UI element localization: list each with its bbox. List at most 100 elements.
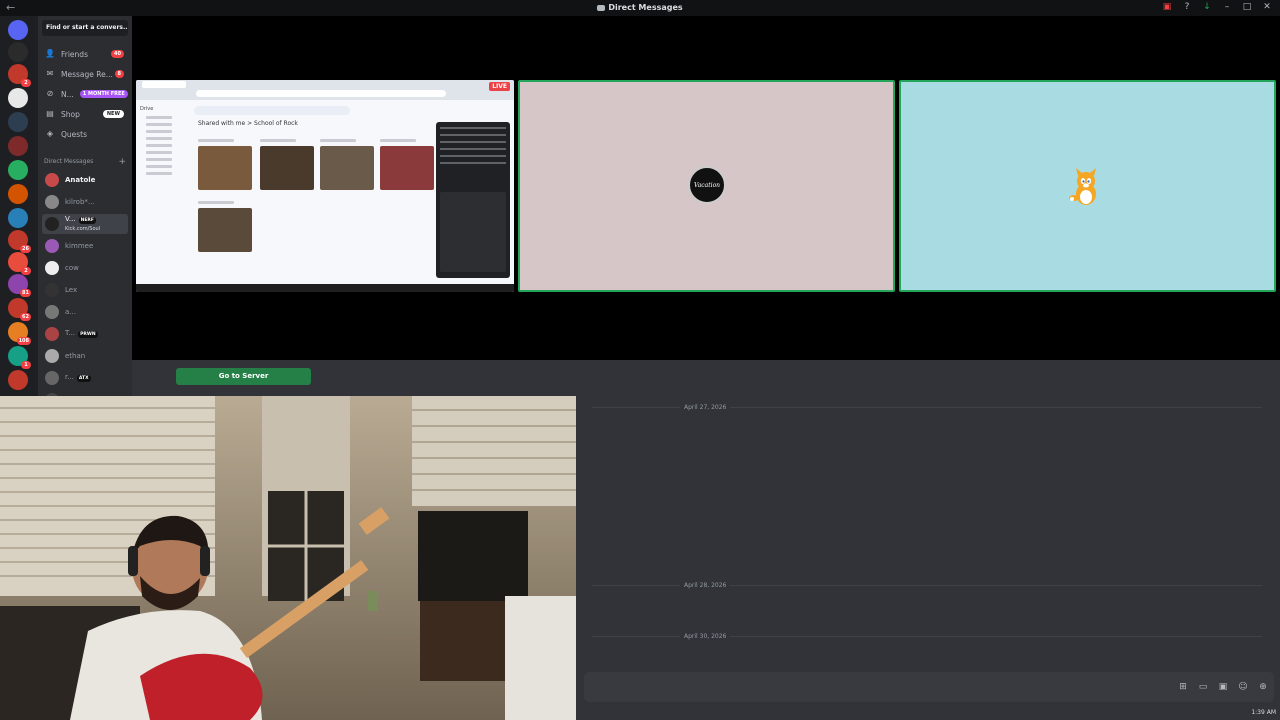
voice-tile-2[interactable] (899, 80, 1276, 292)
dm-name: cow (65, 264, 79, 272)
sticker-icon[interactable]: ▣ (1218, 682, 1228, 692)
date-label: April 30, 2026 (680, 633, 731, 640)
new-tag: NEW (102, 110, 124, 118)
server-icon[interactable]: 108 (8, 322, 31, 345)
dm-item[interactable]: kilrob*... (42, 192, 128, 212)
gift-icon[interactable]: ⊞ (1178, 682, 1188, 692)
avatar (45, 173, 59, 187)
server-icon[interactable]: 1 (8, 346, 31, 369)
avatar (45, 371, 59, 385)
nav-label: N... (61, 89, 74, 99)
add-dm-icon[interactable]: + (118, 157, 126, 167)
dm-item[interactable]: cow (42, 258, 128, 278)
server-icon[interactable] (8, 136, 28, 156)
server-rail: 2 26 2 81 62 108 1 (0, 16, 38, 396)
search-input[interactable]: Find or start a convers... (42, 20, 128, 36)
browser-chrome (136, 80, 514, 100)
mail-icon: ✉ (46, 69, 54, 78)
drive-thumbnail (320, 146, 374, 190)
dm-name: a... (65, 308, 76, 316)
server-icon[interactable] (8, 184, 28, 204)
server-mention-badge: 108 (16, 337, 31, 345)
webcam-scene (0, 396, 576, 720)
server-mention-badge: 62 (20, 313, 31, 321)
dm-name: Anatole (65, 176, 96, 184)
server-icon[interactable]: 2 (8, 64, 31, 87)
dm-sidebar: Find or start a convers... 👤 Friends 40 … (38, 16, 132, 396)
server-icon[interactable] (8, 160, 28, 180)
avatar (45, 217, 59, 231)
thumbnail-title (198, 201, 234, 204)
emoji-icon[interactable]: ☺ (1238, 682, 1248, 692)
thumbnail-title (198, 139, 234, 142)
title-bar: ← Direct Messages ▣ ? ↓ – □ ✕ (0, 0, 1280, 16)
server-icon[interactable]: 81 (8, 274, 31, 297)
dm-item[interactable]: T... PRWN (42, 324, 128, 344)
guild-tag: NERF (78, 217, 96, 224)
nav-label: Quests (61, 129, 88, 139)
nav-friends[interactable]: 👤 Friends 40 (42, 46, 128, 62)
avatar (45, 305, 59, 319)
webcam-overlay (0, 396, 576, 720)
nav-label: Shop (61, 109, 80, 119)
quests-icon: ◈ (46, 129, 54, 138)
voice-tile-1[interactable]: Vacation (518, 80, 895, 292)
maximize-icon[interactable]: □ (1242, 2, 1252, 12)
guild-tag: ATX (76, 375, 91, 382)
server-icon[interactable] (8, 42, 28, 62)
minimize-icon[interactable]: – (1222, 2, 1232, 12)
drive-thumbnail (380, 146, 434, 190)
drive-thumbnail (260, 146, 314, 190)
nav-quests[interactable]: ◈ Quests (42, 126, 128, 142)
date-label: April 27, 2026 (680, 404, 731, 411)
dm-name: ethan (65, 352, 86, 360)
requests-badge: 8 (114, 70, 124, 78)
server-icon[interactable] (8, 370, 28, 390)
server-icon[interactable]: 62 (8, 298, 31, 321)
download-icon[interactable]: ↓ (1202, 2, 1212, 12)
title-bar-icons: ▣ ? ↓ – □ ✕ (1162, 2, 1272, 12)
server-icon[interactable] (8, 88, 28, 108)
close-icon[interactable]: ✕ (1262, 2, 1272, 12)
nav-nitro[interactable]: ⊘ N... 1 MONTH FREE (42, 86, 128, 102)
nav-message-requests[interactable]: ✉ Message Re... 8 (42, 66, 128, 82)
shop-icon: ▤ (46, 109, 54, 118)
window-title: Direct Messages (0, 3, 1280, 12)
friends-badge: 40 (111, 50, 124, 58)
nav-shop[interactable]: ▤ Shop NEW (42, 106, 128, 122)
notification-panel (436, 122, 510, 278)
server-mention-badge: 81 (20, 289, 31, 297)
section-title: Direct Messages (44, 158, 94, 165)
promo-pill: 1 MONTH FREE (79, 90, 128, 98)
fox-character-icon (1069, 168, 1096, 205)
avatar (45, 195, 59, 209)
server-mention-badge: 1 (21, 361, 31, 369)
friends-icon: 👤 (45, 49, 55, 58)
dm-item[interactable]: V... NERF Kick.com/Soul (42, 214, 128, 234)
screen-share-tile[interactable]: LIVE Drive Shared with me > School of Ro… (136, 80, 514, 292)
thumbnail-title (380, 139, 416, 142)
dm-item[interactable]: r... ATX (42, 368, 128, 388)
live-badge: LIVE (489, 82, 510, 91)
avatar (45, 349, 59, 363)
help-icon[interactable]: ? (1182, 2, 1192, 12)
go-to-server-button[interactable]: Go to Server (176, 368, 311, 385)
gif-icon[interactable]: ▭ (1198, 682, 1208, 692)
server-icon[interactable]: 2 (8, 252, 31, 275)
server-mention-badge: 2 (21, 267, 31, 275)
calendar-widget (440, 192, 506, 272)
dm-item[interactable]: ethan (42, 346, 128, 366)
dm-item[interactable]: Anatole (42, 170, 128, 190)
server-icon[interactable] (8, 112, 28, 132)
dm-item[interactable]: kimmee (42, 236, 128, 256)
message-composer[interactable] (584, 672, 1274, 702)
avatar-text: Vacation (693, 181, 721, 189)
dm-item[interactable]: a... (42, 302, 128, 322)
screen-share-icon[interactable]: ▣ (1162, 2, 1172, 12)
dm-name: kilrob*... (65, 198, 95, 206)
server-icon[interactable] (8, 208, 28, 228)
server-icon[interactable]: 26 (8, 230, 31, 253)
discord-home-icon[interactable] (8, 20, 28, 40)
dm-item[interactable]: Lex (42, 280, 128, 300)
apps-icon[interactable]: ⊕ (1258, 682, 1268, 692)
